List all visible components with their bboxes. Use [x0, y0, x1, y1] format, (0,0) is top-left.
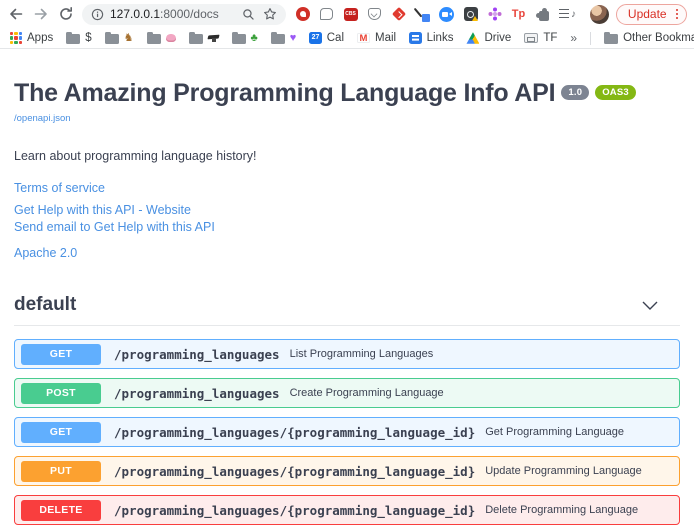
links-icon	[409, 32, 422, 45]
bookmark-apps[interactable]: Apps	[10, 32, 53, 44]
site-info-icon[interactable]	[91, 8, 104, 21]
endpoint-path: /programming_languages	[114, 386, 280, 401]
horse-emoji-icon: ♞	[124, 33, 134, 44]
bookmark-tf[interactable]: TF	[524, 32, 557, 44]
api-title-text: The Amazing Programming Language Info AP…	[14, 79, 555, 107]
api-description: Learn about programming language history…	[14, 149, 680, 163]
gmail-icon: M	[357, 33, 370, 44]
extensions-row: CBS Tp	[293, 7, 583, 22]
purple-heart-emoji-icon: ♥	[290, 33, 297, 44]
section-title: default	[14, 294, 76, 316]
green-plant-emoji-icon: ♣	[251, 33, 258, 44]
oas3-badge: OAS3	[595, 85, 636, 100]
back-button[interactable]	[7, 5, 25, 23]
forward-button[interactable]	[32, 5, 50, 23]
email-help-link[interactable]: Send email to Get Help with this API	[14, 219, 680, 235]
tag-section-default[interactable]: default	[14, 288, 680, 326]
bookmark-calendar[interactable]: 27 Cal	[309, 32, 344, 45]
endpoint-row-post-create[interactable]: POST /programming_languages Create Progr…	[14, 378, 680, 408]
bookmark-folder-horse[interactable]: ♞	[105, 32, 134, 44]
bookmark-folder-dollar[interactable]: $	[66, 32, 91, 44]
browser-menu-icon[interactable]	[673, 7, 681, 21]
endpoint-summary: Delete Programming Language	[485, 504, 638, 516]
version-badge: 1.0	[561, 85, 589, 100]
endpoint-summary: Get Programming Language	[485, 426, 624, 438]
extension-pocket-icon[interactable]	[367, 7, 382, 22]
chevron-down-icon[interactable]	[642, 301, 680, 310]
openapi-json-link[interactable]: /openapi.json	[14, 113, 71, 124]
folder-icon	[189, 34, 203, 44]
url-host: 127.0.0.1	[110, 7, 160, 21]
bookmark-links[interactable]: Links	[409, 32, 453, 45]
endpoint-row-get-one[interactable]: GET /programming_languages/{programming_…	[14, 417, 680, 447]
bookmarks-bar: Apps $ ♞ ♣ ♥ 27 Cal M Mail Links Drive	[0, 28, 694, 49]
method-badge: POST	[21, 383, 101, 404]
zoom-magnifier-icon[interactable]	[242, 8, 255, 21]
extension-zoom-camera-icon[interactable]	[439, 7, 454, 22]
endpoint-summary: Create Programming Language	[290, 387, 444, 399]
profile-avatar[interactable]	[590, 5, 609, 24]
extension-red-diamond-icon[interactable]	[391, 7, 406, 22]
update-label: Update	[628, 7, 667, 21]
endpoint-path: /programming_languages/{programming_lang…	[114, 464, 475, 479]
endpoint-path: /programming_languages	[114, 347, 280, 362]
bookmarks-overflow-chevron[interactable]: »	[570, 31, 577, 45]
extension-tp-icon[interactable]: Tp	[511, 7, 526, 22]
license-link[interactable]: Apache 2.0	[14, 245, 680, 261]
extension-purple-flower-icon[interactable]	[487, 7, 502, 22]
other-bookmarks[interactable]: Other Bookmarks	[604, 32, 694, 44]
bookmark-drive[interactable]: Drive	[466, 32, 511, 44]
google-calendar-icon: 27	[309, 32, 322, 45]
extensions-puzzle-icon[interactable]	[535, 7, 550, 22]
endpoint-row-delete[interactable]: DELETE /programming_languages/{programmi…	[14, 495, 680, 525]
tf-icon	[524, 33, 538, 43]
folder-icon	[147, 34, 161, 44]
endpoint-list: GET /programming_languages List Programm…	[14, 339, 680, 525]
bookmark-mail[interactable]: M Mail	[357, 32, 396, 44]
extension-playlist-icon[interactable]	[559, 7, 574, 22]
folder-icon	[105, 34, 119, 44]
method-badge: PUT	[21, 461, 101, 482]
endpoint-path: /programming_languages/{programming_lang…	[114, 425, 475, 440]
endpoint-summary: List Programming Languages	[290, 348, 434, 360]
folder-icon	[66, 34, 80, 44]
endpoint-row-put-update[interactable]: PUT /programming_languages/{programming_…	[14, 456, 680, 486]
apps-grid-icon	[10, 32, 22, 44]
brain-emoji-icon	[166, 34, 176, 42]
api-links: Terms of service Get Help with this API …	[14, 180, 680, 261]
browser-toolbar: 127.0.0.1:8000/docs CBS Tp Update	[0, 0, 694, 28]
folder-icon	[271, 34, 285, 44]
bookmark-folder-brain[interactable]	[147, 32, 176, 44]
endpoint-summary: Update Programming Language	[485, 465, 642, 477]
address-bar[interactable]: 127.0.0.1:8000/docs	[82, 4, 286, 25]
folder-icon	[604, 34, 618, 44]
extension-color-picker-icon[interactable]	[415, 7, 430, 22]
website-help-link[interactable]: Get Help with this API - Website	[14, 202, 680, 218]
graduation-cap-emoji-icon	[208, 34, 219, 40]
page-title: The Amazing Programming Language Info AP…	[14, 79, 680, 108]
endpoint-row-get-list[interactable]: GET /programming_languages List Programm…	[14, 339, 680, 369]
bookmark-star-icon[interactable]	[263, 7, 277, 21]
endpoint-path: /programming_languages/{programming_lang…	[114, 503, 475, 518]
extension-gear-warning-icon[interactable]	[463, 7, 478, 22]
method-badge: DELETE	[21, 500, 101, 521]
chrome-update-button[interactable]: Update	[616, 4, 687, 25]
google-drive-icon	[466, 32, 479, 44]
folder-icon	[232, 34, 246, 44]
swagger-page: The Amazing Programming Language Info AP…	[0, 49, 694, 525]
bookmark-folder-gradcap[interactable]	[189, 32, 219, 44]
url-path: :8000/docs	[160, 7, 219, 21]
extension-red-circle-icon[interactable]	[295, 7, 310, 22]
method-badge: GET	[21, 344, 101, 365]
reload-button[interactable]	[57, 5, 75, 23]
bookmark-folder-purple-heart[interactable]: ♥	[271, 32, 297, 44]
bookmark-folder-plant[interactable]: ♣	[232, 32, 258, 44]
url-text: 127.0.0.1:8000/docs	[110, 7, 219, 21]
extension-chat-bubble-icon[interactable]	[319, 7, 334, 22]
terms-of-service-link[interactable]: Terms of service	[14, 180, 680, 196]
bookmarks-divider	[590, 32, 591, 45]
extension-cbs-icon[interactable]: CBS	[343, 7, 358, 22]
method-badge: GET	[21, 422, 101, 443]
